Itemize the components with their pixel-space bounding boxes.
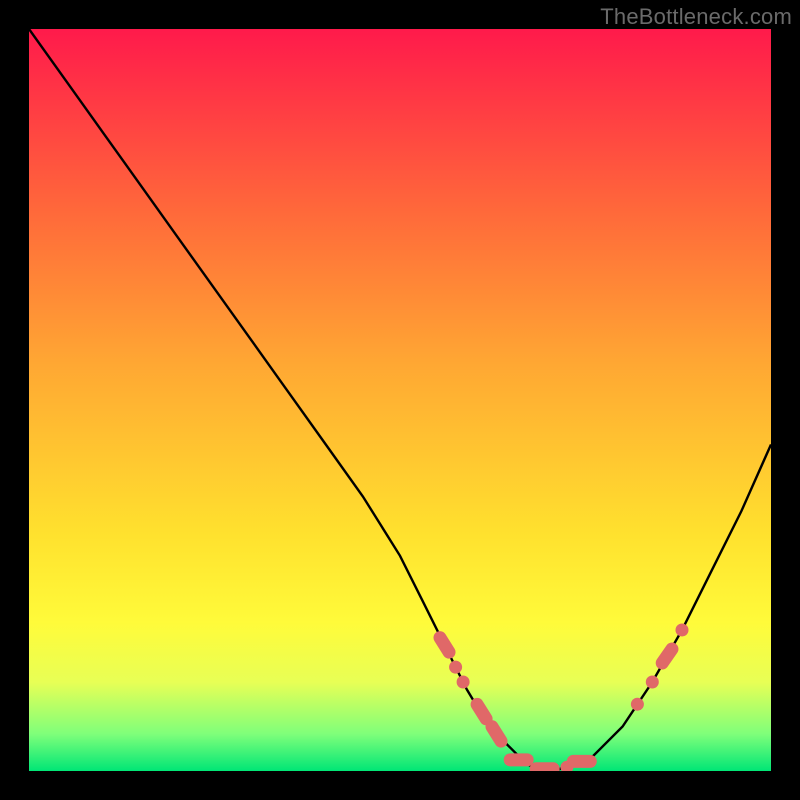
watermark-text: TheBottleneck.com xyxy=(600,4,792,30)
chart-plot-area xyxy=(29,29,771,771)
marker-layer xyxy=(431,624,688,772)
scatter-dot xyxy=(676,624,689,637)
scatter-dot xyxy=(646,676,659,689)
scatter-pill xyxy=(567,755,597,768)
scatter-pill xyxy=(483,718,510,750)
bottleneck-chart-svg xyxy=(29,29,771,771)
scatter-pill xyxy=(530,762,560,771)
scatter-dot xyxy=(449,661,462,674)
scatter-dot xyxy=(631,698,644,711)
scatter-pill xyxy=(653,640,681,672)
scatter-pill xyxy=(431,629,458,661)
scatter-pill xyxy=(504,753,534,766)
scatter-dot xyxy=(457,676,470,689)
